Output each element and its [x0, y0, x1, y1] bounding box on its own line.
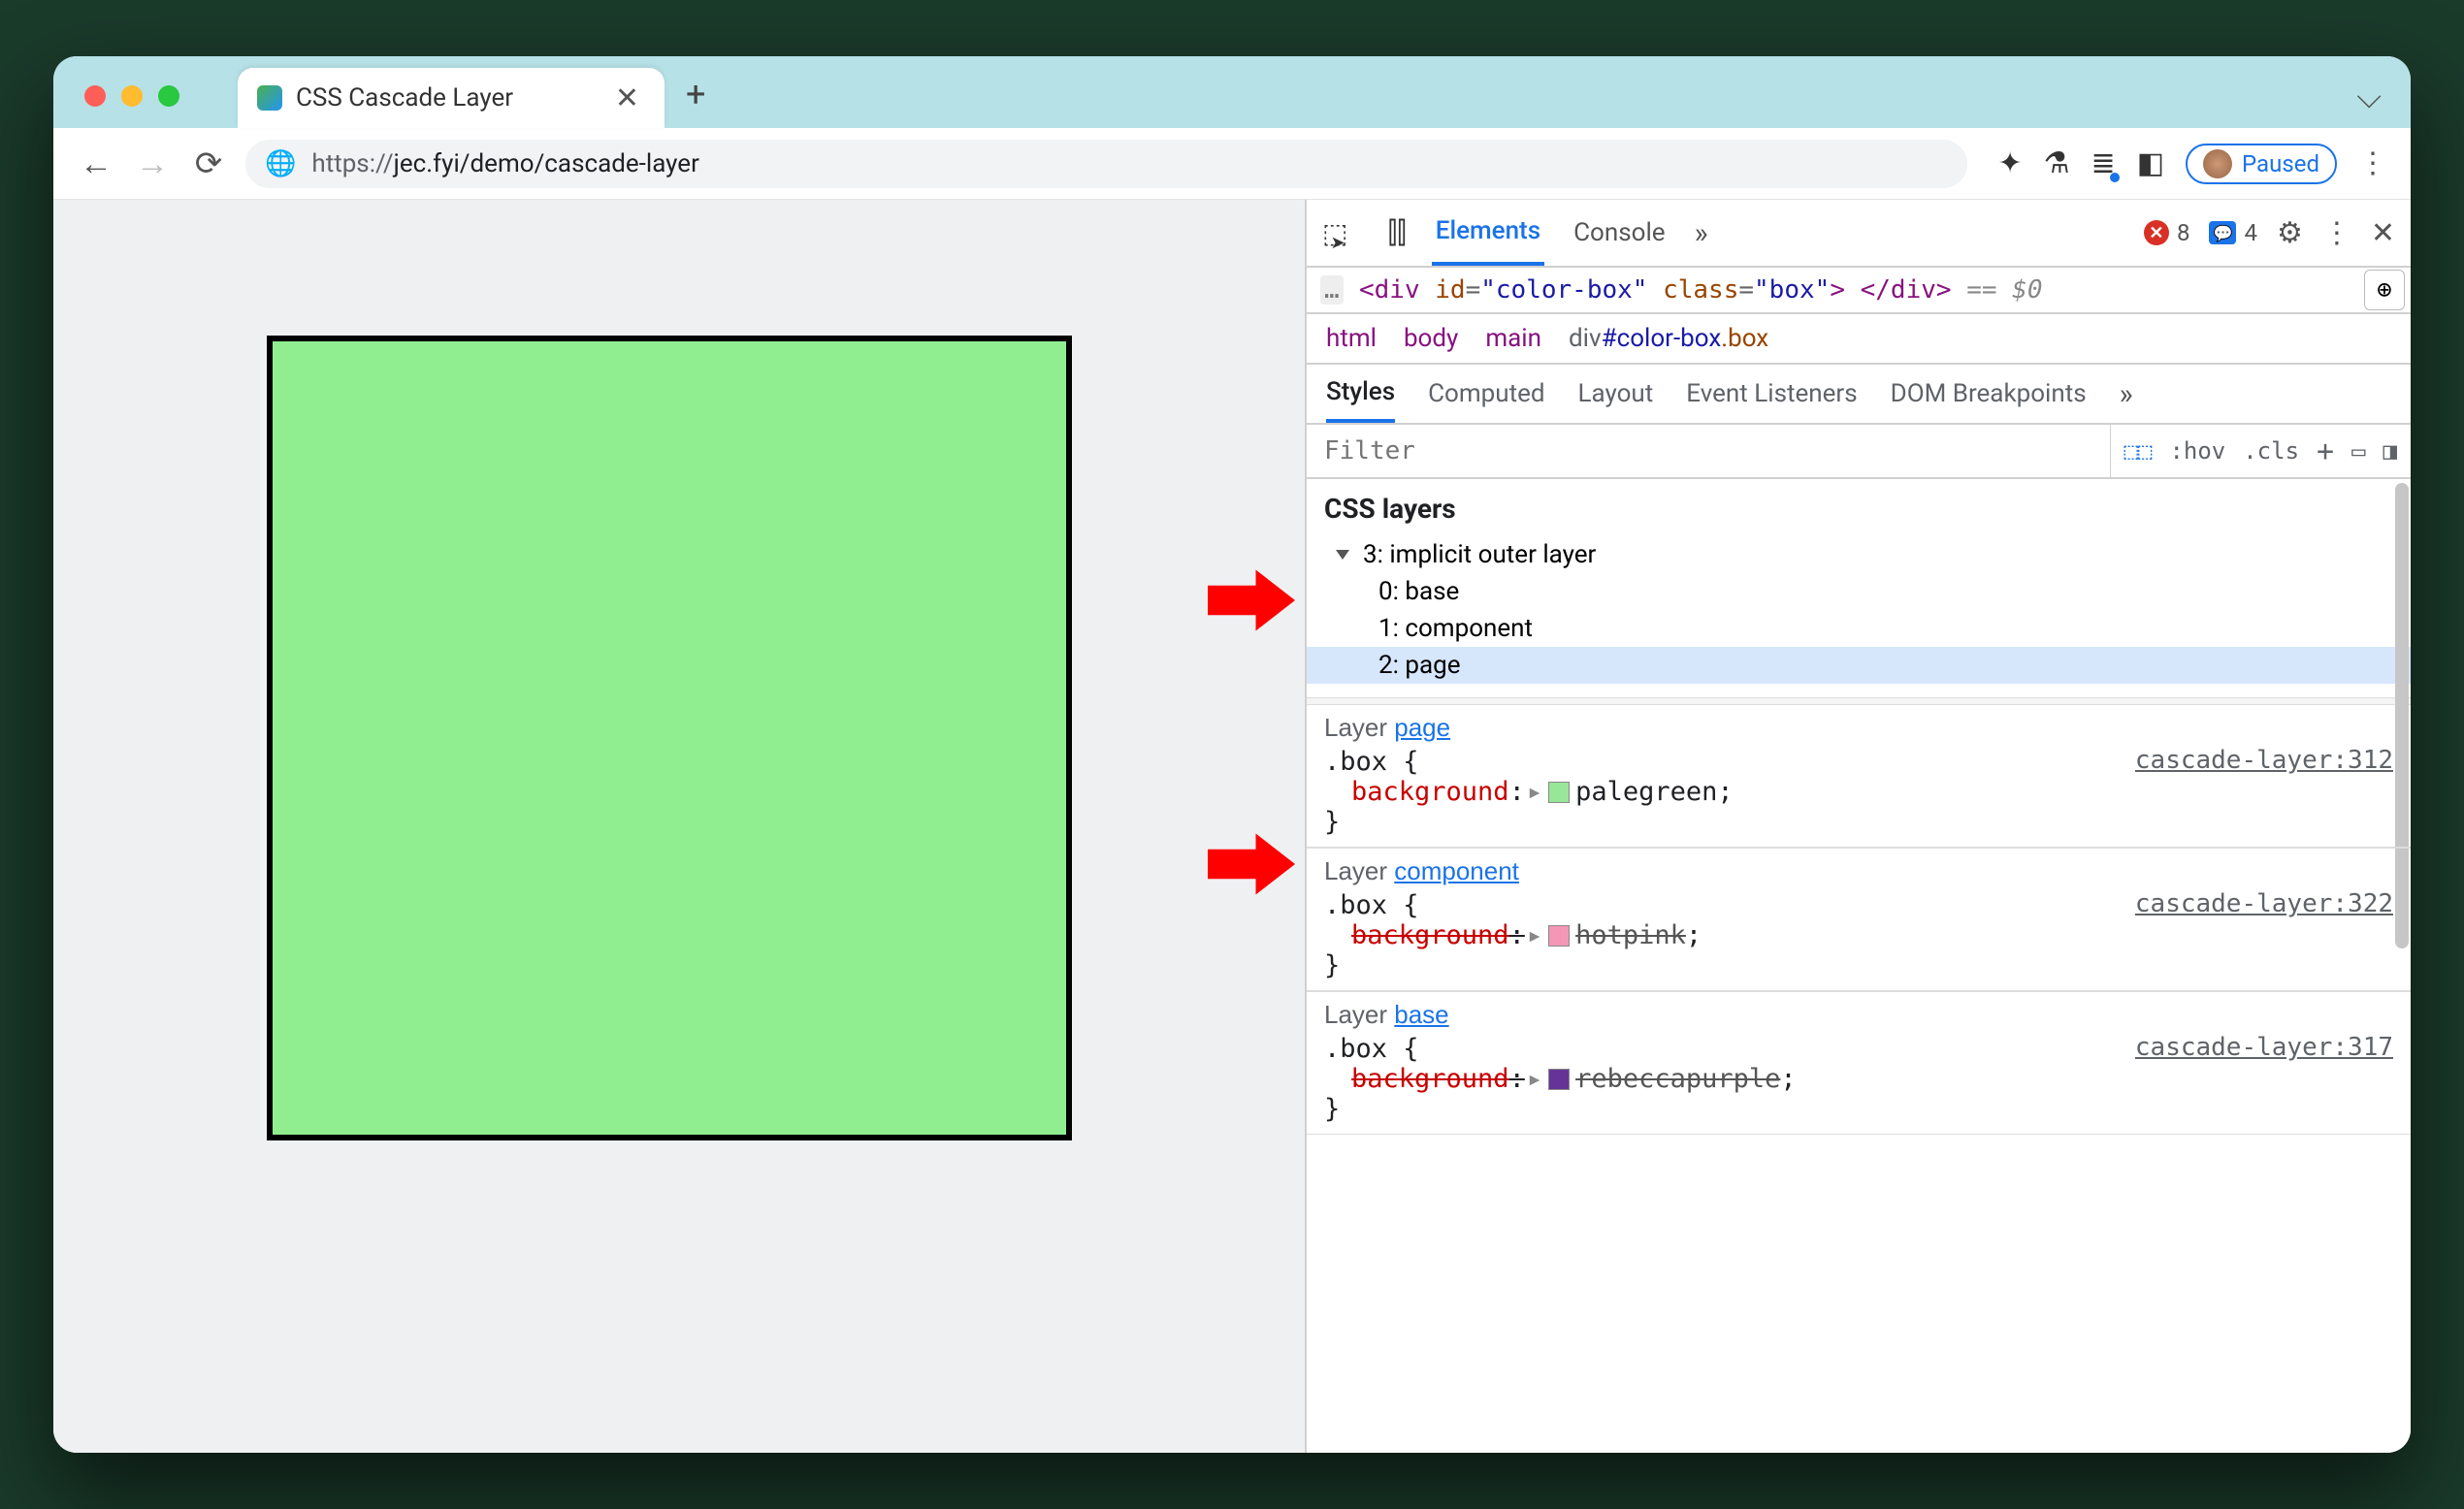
- styles-subtabs: Styles Computed Layout Event Listeners D…: [1307, 365, 2411, 425]
- favicon: [257, 85, 282, 111]
- tab-elements[interactable]: Elements: [1432, 200, 1544, 266]
- color-swatch[interactable]: [1548, 782, 1570, 803]
- separator: [1307, 697, 2411, 705]
- url-text: https://jec.fyi/demo/cascade-layer: [311, 149, 699, 178]
- tab-dropdown-icon[interactable]: ⌵: [2356, 78, 2382, 116]
- message-count[interactable]: 💬 4: [2209, 219, 2257, 246]
- styles-filter-input[interactable]: [1307, 425, 2111, 477]
- dom-breadcrumb: html body main div#color-box.box: [1307, 314, 2411, 365]
- style-rule-block: Layer component cascade-layer:322 .box {…: [1307, 848, 2411, 991]
- tab-title: CSS Cascade Layer: [296, 83, 596, 112]
- panel-icon[interactable]: ◧: [2137, 146, 2164, 180]
- style-rule-block: Layer page cascade-layer:312 .box { back…: [1307, 705, 2411, 848]
- style-rule-block: Layer base cascade-layer:317 .box { back…: [1307, 991, 2411, 1135]
- subtab-computed[interactable]: Computed: [1428, 365, 1544, 423]
- layer-label: Layer page: [1324, 713, 2393, 743]
- cls-toggle[interactable]: .cls: [2243, 437, 2299, 465]
- more-subtabs-icon[interactable]: »: [2120, 377, 2133, 411]
- extension-icons: ✦ ⚗ ≣ ◧ Paused ⋮: [1998, 144, 2388, 184]
- color-box: [267, 336, 1072, 1140]
- layer-tree-item-selected[interactable]: 2: page: [1307, 647, 2411, 684]
- styles-pane: CSS layers 3: implicit outer layer 0: ba…: [1307, 479, 2411, 1453]
- browser-window: CSS Cascade Layer ✕ + ⌵ ← → ⟳ 🌐 https://…: [53, 56, 2411, 1453]
- devtools-panel: ⬚➤ ⫿⫿ Elements Console » ✕ 8 💬 4 ⚙ ⋮: [1305, 200, 2411, 1453]
- rule-declaration[interactable]: background: ▸ rebeccapurple;: [1324, 1064, 2393, 1094]
- paused-label: Paused: [2242, 150, 2319, 177]
- avatar: [2203, 149, 2232, 178]
- back-button[interactable]: ←: [77, 144, 115, 183]
- annotation-arrow: [1208, 830, 1295, 898]
- rule-source-link[interactable]: cascade-layer:322: [2135, 889, 2393, 918]
- new-rule-button[interactable]: +: [2317, 434, 2334, 468]
- layer-link[interactable]: component: [1394, 856, 1519, 885]
- profile-paused-pill[interactable]: Paused: [2186, 144, 2337, 184]
- rule-source-link[interactable]: cascade-layer:317: [2135, 1033, 2393, 1062]
- tab-strip: CSS Cascade Layer ✕ + ⌵: [53, 56, 2411, 128]
- flask-icon[interactable]: ⚗: [2044, 146, 2070, 180]
- color-swatch[interactable]: [1548, 925, 1570, 947]
- annotation-arrow: [1208, 566, 1295, 634]
- error-count[interactable]: ✕ 8: [2144, 219, 2190, 246]
- error-icon: ✕: [2144, 220, 2169, 245]
- toolbar: ← → ⟳ 🌐 https://jec.fyi/demo/cascade-lay…: [53, 128, 2411, 200]
- devtools-menu-icon[interactable]: ⋮: [2322, 216, 2351, 250]
- browser-menu-icon[interactable]: ⋮: [2358, 146, 2387, 180]
- rule-declaration[interactable]: background: ▸ hotpink;: [1324, 920, 2393, 950]
- subtab-dom-breakpoints[interactable]: DOM Breakpoints: [1891, 365, 2087, 423]
- color-swatch[interactable]: [1548, 1069, 1570, 1090]
- extensions-icon[interactable]: ✦: [1998, 146, 2023, 180]
- more-tabs-icon[interactable]: »: [1695, 216, 1708, 250]
- browser-tab[interactable]: CSS Cascade Layer ✕: [238, 68, 665, 128]
- breadcrumb-main[interactable]: main: [1485, 324, 1541, 353]
- breadcrumb-html[interactable]: html: [1326, 324, 1377, 353]
- content-area: ⬚➤ ⫿⫿ Elements Console » ✕ 8 💬 4 ⚙ ⋮: [53, 200, 2411, 1453]
- dom-collapse-icon[interactable]: …: [1320, 275, 1344, 305]
- devtools-tabbar: ⬚➤ ⫿⫿ Elements Console » ✕ 8 💬 4 ⚙ ⋮: [1307, 200, 2411, 268]
- accessibility-icon[interactable]: ⊕: [2364, 270, 2405, 310]
- tab-console[interactable]: Console: [1570, 200, 1669, 266]
- settings-icon[interactable]: ⚙: [2277, 216, 2303, 250]
- caret-icon: [1336, 550, 1349, 560]
- rule-source-link[interactable]: cascade-layer:312: [2135, 746, 2393, 775]
- minimize-window-button[interactable]: [121, 85, 143, 107]
- close-window-button[interactable]: [84, 85, 106, 107]
- close-devtools-icon[interactable]: ✕: [2371, 216, 2395, 250]
- layer-link[interactable]: base: [1394, 1000, 1448, 1029]
- css-layers-tree: 3: implicit outer layer 0: base 1: compo…: [1307, 532, 2411, 697]
- computed-sidebar-icon[interactable]: ▭: [2351, 437, 2365, 465]
- rule-declaration[interactable]: background: ▸ palegreen;: [1324, 777, 2393, 807]
- layer-label: Layer component: [1324, 856, 2393, 886]
- subtab-event-listeners[interactable]: Event Listeners: [1686, 365, 1857, 423]
- device-toggle-icon[interactable]: ⫿⫿: [1388, 216, 1407, 250]
- maximize-window-button[interactable]: [158, 85, 179, 107]
- css-layers-header: CSS layers: [1307, 479, 2411, 532]
- message-icon: 💬: [2209, 221, 2236, 244]
- playlist-icon[interactable]: ≣: [2091, 146, 2116, 180]
- layer-tree-item[interactable]: 0: base: [1307, 573, 2411, 610]
- sidebar-toggle-icon[interactable]: ◨: [2383, 437, 2397, 465]
- breadcrumb-body[interactable]: body: [1404, 324, 1458, 353]
- forward-button[interactable]: →: [133, 144, 172, 183]
- new-tab-button[interactable]: +: [686, 74, 705, 114]
- site-info-icon[interactable]: 🌐: [265, 149, 296, 178]
- hov-toggle[interactable]: :hov: [2169, 437, 2225, 465]
- inspect-icon[interactable]: ⬚➤: [1322, 217, 1363, 249]
- address-bar[interactable]: 🌐 https://jec.fyi/demo/cascade-layer: [245, 140, 1967, 188]
- layer-link[interactable]: page: [1394, 713, 1450, 742]
- layer-tree-item[interactable]: 1: component: [1307, 610, 2411, 647]
- close-tab-icon[interactable]: ✕: [609, 81, 645, 115]
- reload-button[interactable]: ⟳: [189, 144, 228, 183]
- page-viewport: [53, 200, 1305, 1453]
- layer-tree-root[interactable]: 3: implicit outer layer: [1307, 536, 2411, 573]
- layers-toggle-icon[interactable]: ⬚⬚: [2124, 437, 2153, 465]
- breadcrumb-leaf[interactable]: div#color-box.box: [1569, 324, 1768, 353]
- subtab-layout[interactable]: Layout: [1578, 365, 1654, 423]
- layer-label: Layer base: [1324, 1000, 2393, 1030]
- window-controls: [84, 85, 179, 107]
- dom-tree-line[interactable]: … <div id="color-box" class="box"> </div…: [1307, 268, 2411, 314]
- subtab-styles[interactable]: Styles: [1326, 365, 1395, 423]
- styles-filter-bar: ⬚⬚ :hov .cls + ▭ ◨: [1307, 425, 2411, 479]
